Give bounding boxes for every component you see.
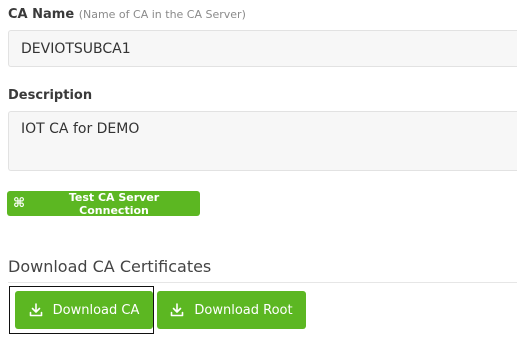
- download-root-label: Download Root: [194, 302, 293, 318]
- description-textarea[interactable]: IOT CA for DEMO: [8, 111, 517, 171]
- download-ca-button[interactable]: Download CA: [15, 291, 153, 329]
- test-connection-label: Test CA Server Connection: [68, 190, 160, 217]
- download-section-title: Download CA Certificates: [8, 257, 212, 276]
- download-icon: [171, 303, 184, 317]
- ca-name-input[interactable]: [8, 30, 517, 67]
- download-ca-label: Download CA: [52, 302, 140, 318]
- download-root-button[interactable]: Download Root: [157, 291, 306, 329]
- section-divider: [8, 282, 517, 283]
- ca-name-label: CA Name (Name of CA in the CA Server): [8, 7, 246, 22]
- description-label: Description: [8, 88, 93, 103]
- ca-name-hint: (Name of CA in the CA Server): [78, 8, 246, 21]
- ca-name-label-text: CA Name: [8, 7, 75, 22]
- test-ca-server-connection-button[interactable]: ⌘ Test CA Server Connection: [7, 190, 200, 217]
- download-icon: [29, 303, 42, 317]
- command-icon: ⌘: [13, 196, 26, 211]
